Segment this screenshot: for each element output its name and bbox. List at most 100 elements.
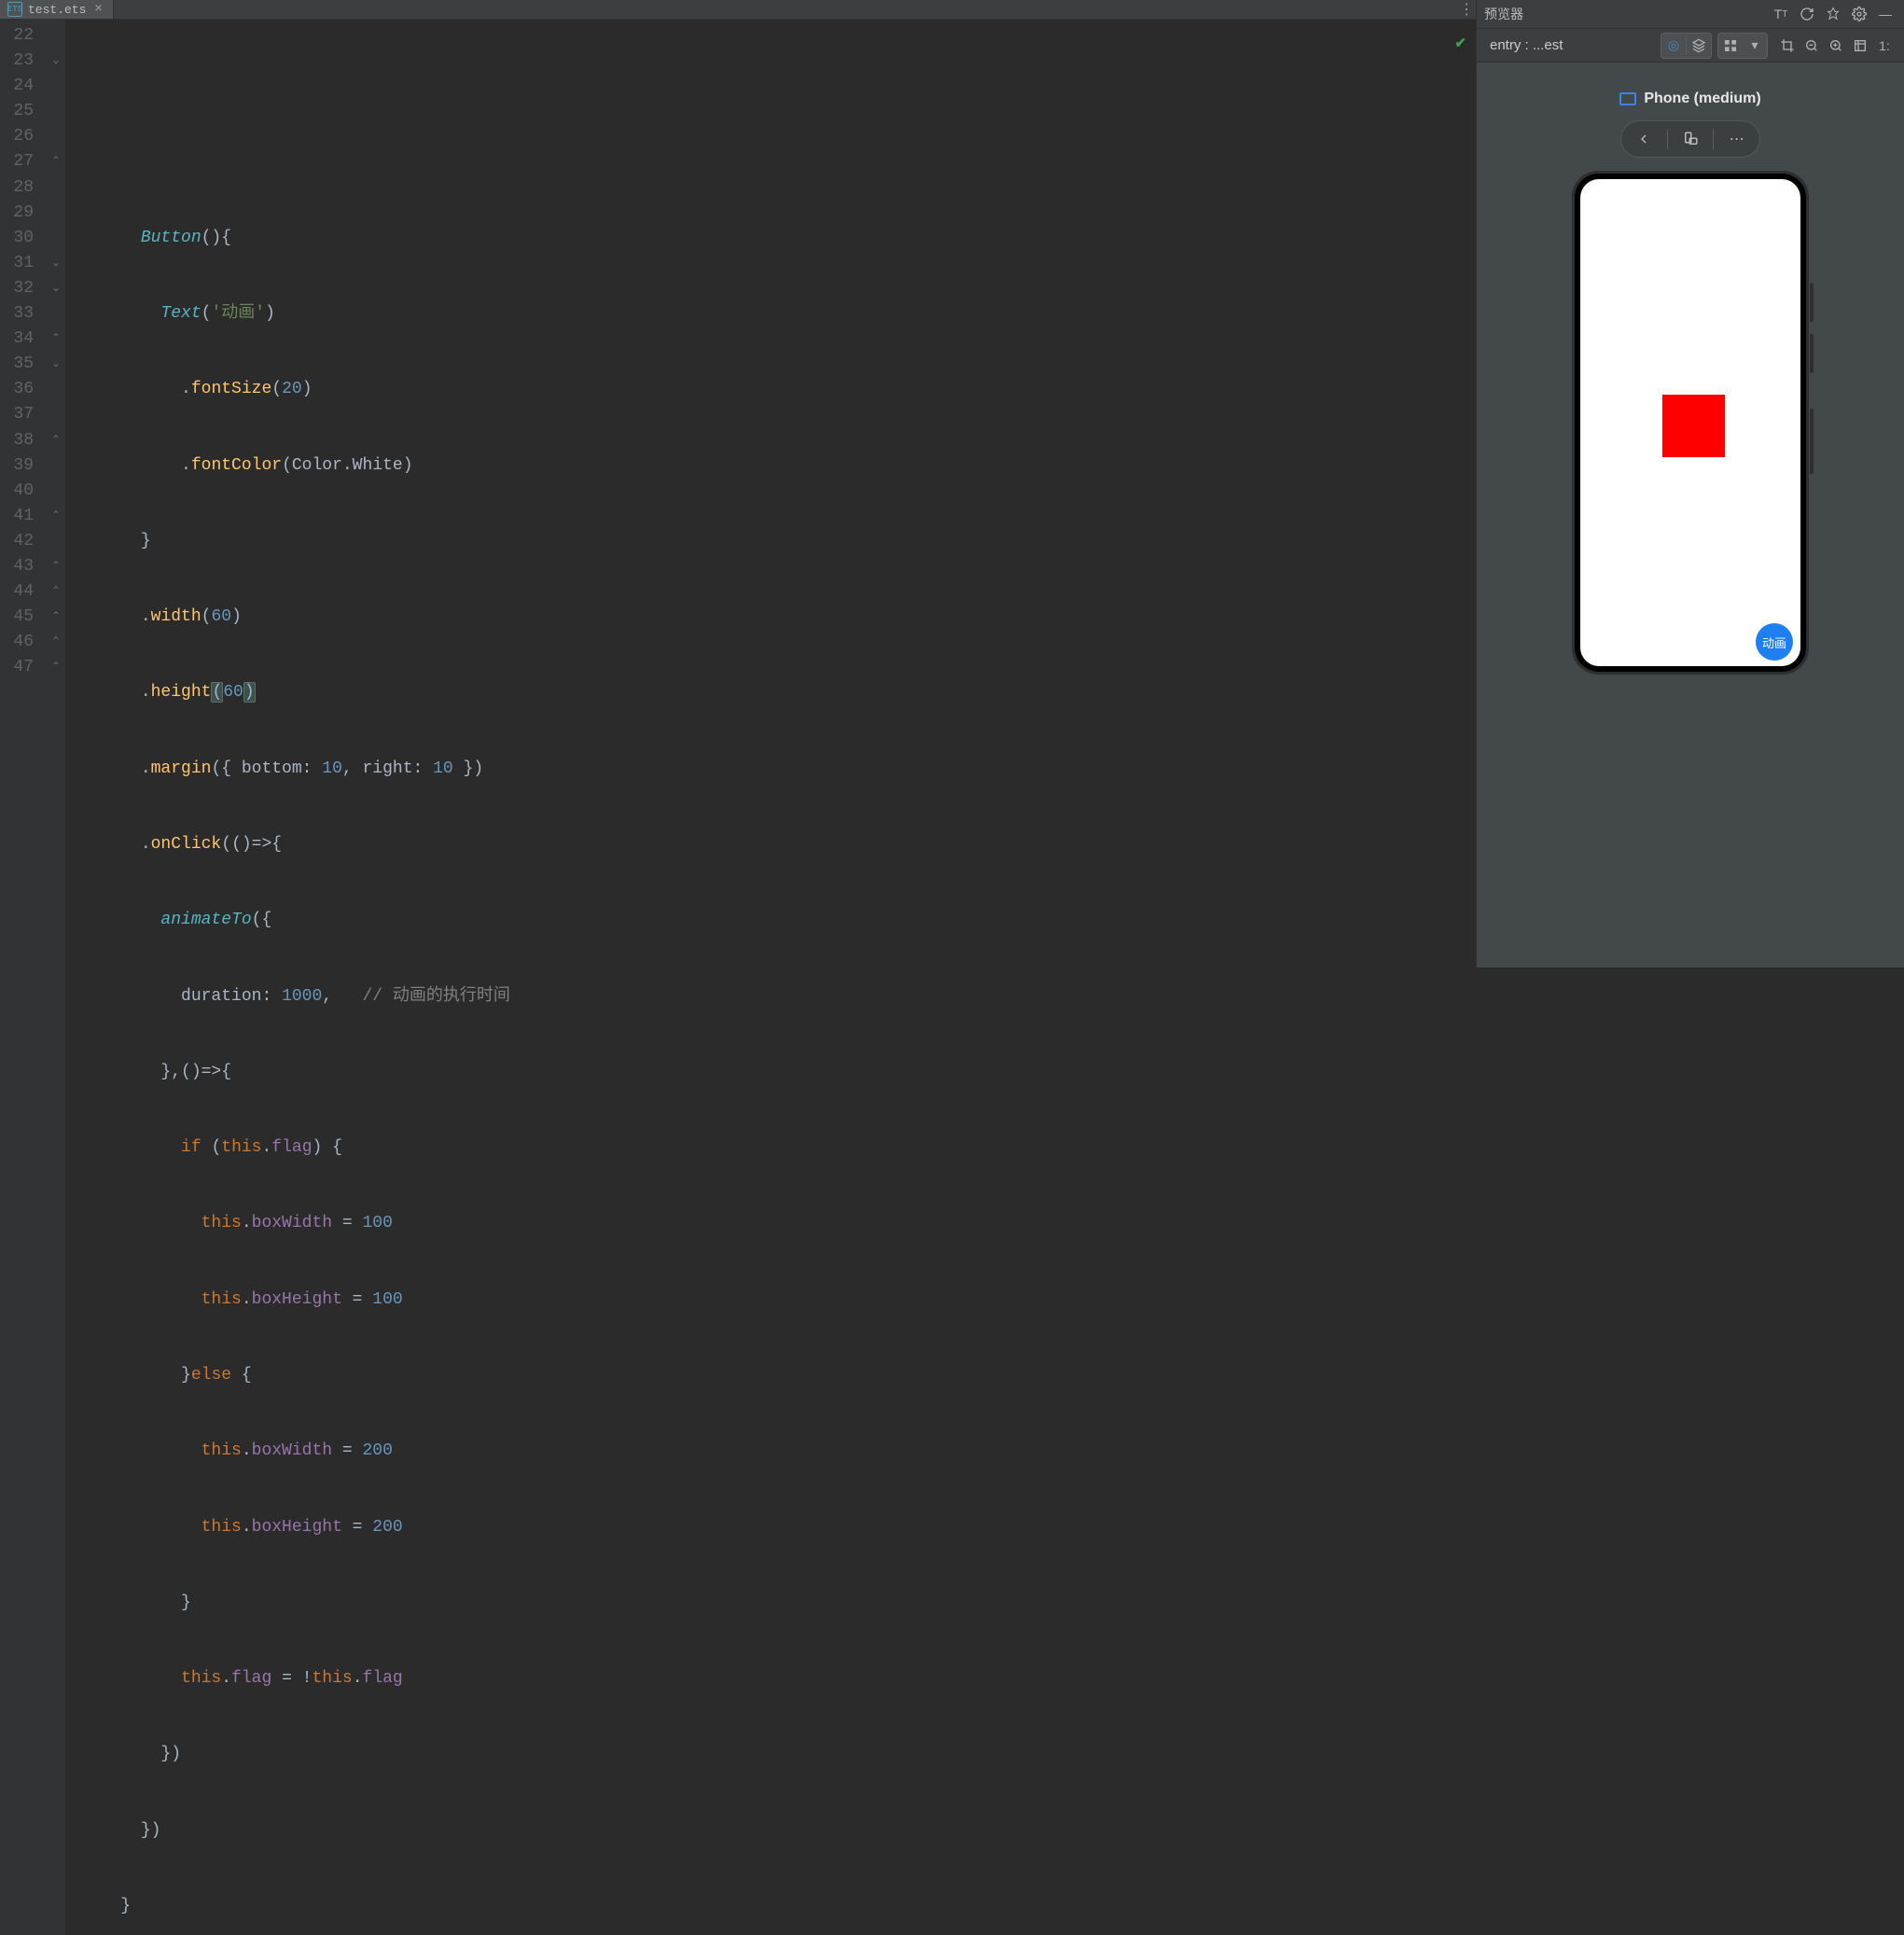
- line-number[interactable]: 30: [0, 226, 47, 251]
- editor-tab-test[interactable]: ETS test.ets ×: [0, 0, 114, 19]
- crop-icon[interactable]: [1775, 34, 1800, 58]
- fold-handle[interactable]: ⌃: [47, 630, 65, 655]
- device-more-icon[interactable]: ⋯: [1714, 121, 1759, 157]
- device-back-icon[interactable]: [1621, 121, 1667, 157]
- code-line-44[interactable]: }): [80, 1818, 1476, 1844]
- line-number[interactable]: 40: [0, 479, 47, 504]
- device-rotate-icon[interactable]: [1668, 121, 1714, 157]
- line-number[interactable]: 25: [0, 99, 47, 124]
- code-line-37[interactable]: this.boxHeight = 100: [80, 1288, 1476, 1313]
- zoom-in-icon[interactable]: [1824, 34, 1848, 58]
- line-number[interactable]: 31: [0, 251, 47, 276]
- line-number[interactable]: 23: [0, 49, 47, 74]
- line-number[interactable]: 42: [0, 529, 47, 554]
- line-number[interactable]: 44: [0, 579, 47, 605]
- code-line-24[interactable]: Text('动画'): [80, 301, 1476, 327]
- code-line-45[interactable]: }: [80, 1894, 1476, 1919]
- line-number[interactable]: 43: [0, 554, 47, 579]
- animate-button-label: 动画: [1762, 633, 1786, 651]
- code-line-23[interactable]: Button(){: [80, 226, 1476, 251]
- line-number[interactable]: 27: [0, 149, 47, 174]
- code-line-34[interactable]: },()=>{: [80, 1060, 1476, 1085]
- code-line-29[interactable]: .height(60): [80, 680, 1476, 705]
- fold-handle[interactable]: ⌄: [47, 276, 65, 301]
- code-line-38[interactable]: }else {: [80, 1363, 1476, 1388]
- tabbar-more-icon[interactable]: ⋮: [1457, 0, 1476, 19]
- code-line-25[interactable]: .fontSize(20): [80, 377, 1476, 402]
- fold-handle[interactable]: ⌃: [47, 504, 65, 529]
- line-number[interactable]: 46: [0, 630, 47, 655]
- animate-button[interactable]: 动画: [1756, 623, 1793, 661]
- zoom-out-icon[interactable]: [1800, 34, 1824, 58]
- previewer-canvas: Phone (medium) ⋯ 动画: [1477, 63, 1904, 968]
- fold-handle[interactable]: ⌃: [47, 655, 65, 680]
- fold-handle[interactable]: ⌄: [47, 352, 65, 377]
- code-line-22[interactable]: [80, 149, 1476, 174]
- code-line-42[interactable]: this.flag = !this.flag: [80, 1666, 1476, 1691]
- fold-handle[interactable]: ⌄: [47, 49, 65, 74]
- fold-handle: [47, 226, 65, 251]
- grid-icon[interactable]: [1718, 34, 1743, 58]
- line-number[interactable]: 47: [0, 655, 47, 680]
- fold-handle[interactable]: ⌃: [47, 605, 65, 630]
- tabbar-spacer: [114, 0, 1457, 19]
- line-number[interactable]: 29: [0, 201, 47, 226]
- phone-screen[interactable]: 动画: [1580, 179, 1800, 666]
- zoom-ratio-label[interactable]: 1:: [1872, 34, 1897, 58]
- code-line-27[interactable]: }: [80, 529, 1476, 554]
- fold-handle: [47, 529, 65, 554]
- code-line-41[interactable]: }: [80, 1591, 1476, 1616]
- previewer-entry-label[interactable]: entry : ...est: [1484, 37, 1655, 53]
- line-number[interactable]: 24: [0, 74, 47, 99]
- dropdown-icon[interactable]: ▾: [1743, 34, 1767, 58]
- code-line-40[interactable]: this.boxHeight = 200: [80, 1515, 1476, 1540]
- line-number[interactable]: 26: [0, 124, 47, 149]
- code-line-36[interactable]: this.boxWidth = 100: [80, 1211, 1476, 1236]
- code-line-28[interactable]: .width(60): [80, 605, 1476, 630]
- line-number[interactable]: 34: [0, 327, 47, 352]
- fold-handle: [47, 74, 65, 99]
- previewer-header: 预览器 TT —: [1477, 0, 1904, 29]
- editor-pane: ETS test.ets × ⋮ ✔ 222324252627282930313…: [0, 0, 1476, 968]
- line-number[interactable]: 37: [0, 402, 47, 427]
- code-editor[interactable]: 2223242526272829303132333435363738394041…: [0, 20, 1476, 1935]
- line-number[interactable]: 28: [0, 175, 47, 201]
- code-lines[interactable]: Button(){ Text('动画') .fontSize(20) .font…: [65, 20, 1476, 1935]
- inspect-layers-icon[interactable]: [1687, 34, 1711, 58]
- pin-icon[interactable]: [1822, 3, 1844, 25]
- line-number-gutter: 2223242526272829303132333435363738394041…: [0, 20, 47, 1935]
- code-line-31[interactable]: .onClick(()=>{: [80, 832, 1476, 857]
- refresh-icon[interactable]: [1796, 3, 1818, 25]
- code-line-30[interactable]: .margin({ bottom: 10, right: 10 }): [80, 757, 1476, 782]
- close-icon[interactable]: ×: [91, 2, 104, 17]
- fold-handle: [47, 124, 65, 149]
- line-number[interactable]: 36: [0, 377, 47, 402]
- settings-icon[interactable]: [1848, 3, 1870, 25]
- line-number[interactable]: 39: [0, 453, 47, 479]
- hide-icon[interactable]: —: [1874, 3, 1897, 25]
- device-type-icon: [1619, 92, 1636, 105]
- fold-handle[interactable]: ⌃: [47, 149, 65, 174]
- fold-handle[interactable]: ⌃: [47, 554, 65, 579]
- fit-screen-icon[interactable]: [1848, 34, 1872, 58]
- toggle-font-icon[interactable]: TT: [1770, 3, 1792, 25]
- inspect-target-icon[interactable]: ◎: [1661, 34, 1686, 58]
- line-number[interactable]: 33: [0, 301, 47, 327]
- code-line-26[interactable]: .fontColor(Color.White): [80, 453, 1476, 479]
- line-number[interactable]: 32: [0, 276, 47, 301]
- code-line-33[interactable]: duration: 1000, // 动画的执行时间: [80, 984, 1476, 1009]
- line-number[interactable]: 41: [0, 504, 47, 529]
- line-number[interactable]: 35: [0, 352, 47, 377]
- fold-handle[interactable]: ⌃: [47, 327, 65, 352]
- line-number[interactable]: 38: [0, 428, 47, 453]
- fold-handle[interactable]: ⌃: [47, 428, 65, 453]
- line-number[interactable]: 22: [0, 23, 47, 49]
- fold-handle[interactable]: ⌃: [47, 579, 65, 605]
- code-line-39[interactable]: this.boxWidth = 200: [80, 1439, 1476, 1464]
- code-line-43[interactable]: }): [80, 1742, 1476, 1767]
- fold-handle[interactable]: ⌄: [47, 251, 65, 276]
- line-number[interactable]: 45: [0, 605, 47, 630]
- code-line-35[interactable]: if (this.flag) {: [80, 1135, 1476, 1161]
- code-line-32[interactable]: animateTo({: [80, 908, 1476, 933]
- phone-frame: 动画: [1575, 174, 1806, 672]
